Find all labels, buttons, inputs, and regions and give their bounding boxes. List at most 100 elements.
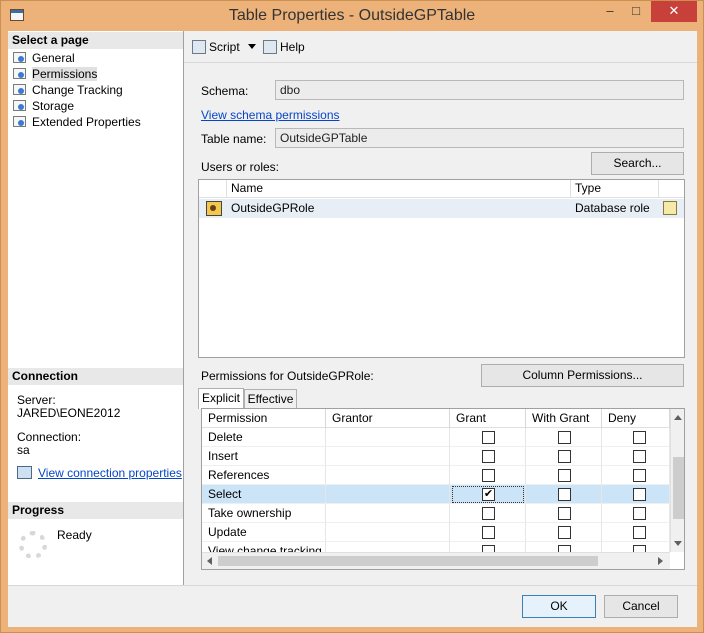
deny-checkbox[interactable] <box>633 526 646 539</box>
ok-button[interactable]: OK <box>522 595 596 618</box>
server-value: JARED\EONE2012 <box>17 406 121 420</box>
view-schema-permissions-link[interactable]: View schema permissions <box>201 108 340 122</box>
grant-checkbox[interactable] <box>482 507 495 520</box>
cancel-button[interactable]: Cancel <box>604 595 678 618</box>
page-icon <box>12 115 26 128</box>
table-row[interactable]: Delete <box>202 428 670 447</box>
toolbar: Script Help <box>184 31 697 63</box>
sidebar-item-storage[interactable]: Storage <box>12 98 74 114</box>
grantor-cell <box>326 466 450 485</box>
maximize-button[interactable]: □ <box>623 1 649 22</box>
with-grant-checkbox[interactable] <box>558 526 571 539</box>
sidebar-item-label: General <box>32 51 75 65</box>
deny-checkbox[interactable] <box>633 431 646 444</box>
horizontal-scroll-thumb[interactable] <box>218 556 598 566</box>
sidebar-item-change-tracking[interactable]: Change Tracking <box>12 82 123 98</box>
help-button[interactable]: Help <box>263 40 305 54</box>
page-icon <box>12 83 26 96</box>
title-bar: Table Properties - OutsideGPTable – □ ✕ <box>1 1 703 31</box>
grant-checkbox[interactable] <box>482 450 495 463</box>
table-row[interactable]: OutsideGPRole Database role <box>199 199 684 218</box>
perm-column-header[interactable]: Permission <box>202 409 326 428</box>
users-column-header[interactable]: Type <box>571 180 659 198</box>
progress-status: Ready <box>57 528 92 542</box>
properties-icon[interactable] <box>663 201 677 215</box>
table-properties-window: Table Properties - OutsideGPTable – □ ✕ … <box>0 0 704 633</box>
vertical-scroll-thumb[interactable] <box>673 457 684 519</box>
sidebar-item-label: Change Tracking <box>32 83 123 97</box>
view-connection-link[interactable]: View connection properties <box>38 466 182 480</box>
sidebar-item-label: Extended Properties <box>32 115 141 129</box>
users-grid: Name Type OutsideGPRole Database role <box>198 179 685 358</box>
permission-name-cell: Take ownership <box>202 504 326 523</box>
with-grant-checkbox[interactable] <box>558 431 571 444</box>
connection-properties-icon <box>17 466 32 479</box>
table-row[interactable]: References <box>202 466 670 485</box>
with-grant-checkbox[interactable] <box>558 488 571 501</box>
table-row[interactable]: Take ownership <box>202 504 670 523</box>
users-grid-header: Name Type <box>199 180 684 198</box>
with-grant-checkbox[interactable] <box>558 469 571 482</box>
chevron-down-icon[interactable] <box>247 44 256 49</box>
users-icon-column <box>199 180 227 198</box>
sidebar-item-permissions[interactable]: Permissions <box>12 66 98 82</box>
perm-column-header[interactable]: Deny <box>602 409 670 428</box>
deny-checkbox[interactable] <box>633 507 646 520</box>
close-button[interactable]: ✕ <box>651 1 697 22</box>
scroll-right-icon[interactable] <box>658 557 663 565</box>
deny-checkbox[interactable] <box>633 450 646 463</box>
permission-name-cell: References <box>202 466 326 485</box>
schema-field: dbo <box>275 80 684 100</box>
table-row[interactable]: Select ✔ <box>202 485 670 504</box>
users-column-header[interactable]: Name <box>227 180 571 198</box>
help-icon <box>263 40 277 54</box>
minimize-button[interactable]: – <box>597 1 623 22</box>
scroll-up-icon[interactable] <box>674 415 682 420</box>
sidebar-item-extended-properties[interactable]: Extended Properties <box>12 114 141 130</box>
tab-effective[interactable]: Effective <box>244 389 297 409</box>
page-icon <box>12 67 26 80</box>
user-type-cell: Database role <box>575 201 650 215</box>
scroll-left-icon[interactable] <box>207 557 212 565</box>
permissions-vertical-scrollbar[interactable] <box>670 409 684 552</box>
database-role-icon <box>206 201 222 216</box>
search-button[interactable]: Search... <box>591 152 684 175</box>
dialog-footer: OK Cancel <box>8 585 697 627</box>
page-icon <box>12 99 26 112</box>
table-name-field: OutsideGPTable <box>275 128 684 148</box>
table-row[interactable]: Insert <box>202 447 670 466</box>
perm-column-header[interactable]: Grantor <box>326 409 450 428</box>
script-button[interactable]: Script <box>192 40 256 54</box>
perm-column-header[interactable]: With Grant <box>526 409 602 428</box>
table-name-label: Table name: <box>201 132 267 146</box>
left-pane: Select a page General Permissions Change T… <box>8 31 184 585</box>
grant-checkbox[interactable] <box>482 469 495 482</box>
help-label: Help <box>280 40 305 54</box>
grant-checkbox[interactable] <box>482 526 495 539</box>
tab-explicit[interactable]: Explicit <box>198 388 244 409</box>
deny-checkbox[interactable] <box>633 469 646 482</box>
perm-column-header[interactable]: Grant <box>450 409 526 428</box>
script-label: Script <box>209 40 240 54</box>
progress-spinner-icon <box>19 531 47 559</box>
deny-checkbox[interactable] <box>633 488 646 501</box>
grant-checkbox[interactable] <box>482 431 495 444</box>
progress-header: Progress <box>8 502 183 519</box>
view-connection-properties[interactable]: View connection properties <box>17 466 182 480</box>
sidebar-item-general[interactable]: General <box>12 50 75 66</box>
with-grant-checkbox[interactable] <box>558 507 571 520</box>
permissions-for-label: Permissions for OutsideGPRole: <box>201 369 374 383</box>
grantor-cell <box>326 523 450 542</box>
sidebar-item-label: Storage <box>32 99 75 113</box>
table-row[interactable]: Update <box>202 523 670 542</box>
with-grant-checkbox[interactable] <box>558 450 571 463</box>
users-or-roles-label: Users or roles: <box>201 160 280 174</box>
schema-label: Schema: <box>201 84 249 98</box>
script-icon <box>192 40 206 54</box>
user-name-cell: OutsideGPRole <box>231 201 315 215</box>
permissions-horizontal-scrollbar[interactable] <box>202 552 670 569</box>
scroll-down-icon[interactable] <box>674 541 682 546</box>
sidebar-item-label: Permissions <box>32 67 98 81</box>
permissions-grid-header: Permission Grantor Grant With Grant Deny <box>202 409 670 428</box>
column-permissions-button[interactable]: Column Permissions... <box>481 364 684 387</box>
